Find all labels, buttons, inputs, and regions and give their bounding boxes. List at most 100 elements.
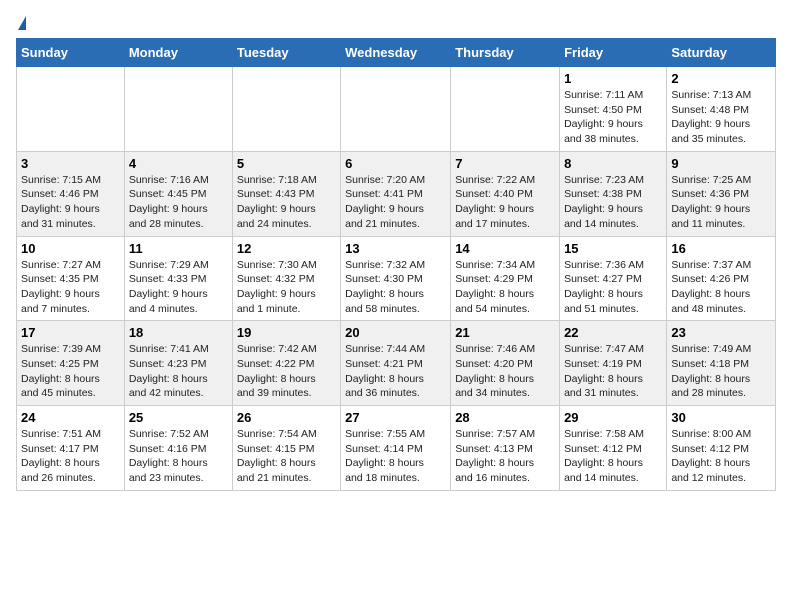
day-number: 24 xyxy=(21,410,120,425)
day-number: 20 xyxy=(345,325,446,340)
day-number: 25 xyxy=(129,410,228,425)
day-number: 26 xyxy=(237,410,336,425)
weekday-header-friday: Friday xyxy=(560,39,667,67)
day-number: 1 xyxy=(564,71,662,86)
day-number: 10 xyxy=(21,241,120,256)
day-number: 6 xyxy=(345,156,446,171)
calendar-cell: 27 Sunrise: 7:55 AM Sunset: 4:14 PM Dayli… xyxy=(341,406,451,491)
calendar-cell xyxy=(124,67,232,152)
calendar-cell: 1 Sunrise: 7:11 AM Sunset: 4:50 PM Daylig… xyxy=(560,67,667,152)
logo xyxy=(16,16,26,30)
calendar-cell: 9 Sunrise: 7:25 AM Sunset: 4:36 PM Daylig… xyxy=(667,151,776,236)
day-number: 15 xyxy=(564,241,662,256)
day-info: Sunrise: 7:32 AM Sunset: 4:30 PM Dayligh… xyxy=(345,258,446,317)
day-info: Sunrise: 7:42 AM Sunset: 4:22 PM Dayligh… xyxy=(237,342,336,401)
calendar-cell: 13 Sunrise: 7:32 AM Sunset: 4:30 PM Dayli… xyxy=(341,236,451,321)
day-info: Sunrise: 7:22 AM Sunset: 4:40 PM Dayligh… xyxy=(455,173,555,232)
calendar-cell: 18 Sunrise: 7:41 AM Sunset: 4:23 PM Dayli… xyxy=(124,321,232,406)
calendar-cell: 12Sunrise: 7:30 AM Sunset: 4:32 PM Dayli… xyxy=(232,236,340,321)
weekday-header-sunday: Sunday xyxy=(17,39,125,67)
day-info: Sunrise: 7:55 AM Sunset: 4:14 PM Dayligh… xyxy=(345,427,446,486)
day-number: 17 xyxy=(21,325,120,340)
calendar-cell: 22 Sunrise: 7:47 AM Sunset: 4:19 PM Dayli… xyxy=(560,321,667,406)
day-info: Sunrise: 7:52 AM Sunset: 4:16 PM Dayligh… xyxy=(129,427,228,486)
calendar-cell: 8 Sunrise: 7:23 AM Sunset: 4:38 PM Daylig… xyxy=(560,151,667,236)
day-info: Sunrise: 7:23 AM Sunset: 4:38 PM Dayligh… xyxy=(564,173,662,232)
calendar-cell: 26Sunrise: 7:54 AM Sunset: 4:15 PM Dayli… xyxy=(232,406,340,491)
day-info: Sunrise: 7:46 AM Sunset: 4:20 PM Dayligh… xyxy=(455,342,555,401)
day-info: Sunrise: 7:30 AM Sunset: 4:32 PM Dayligh… xyxy=(237,258,336,317)
calendar-cell: 7 Sunrise: 7:22 AM Sunset: 4:40 PM Daylig… xyxy=(451,151,560,236)
day-number: 18 xyxy=(129,325,228,340)
page-header xyxy=(16,16,776,30)
day-info: Sunrise: 7:51 AM Sunset: 4:17 PM Dayligh… xyxy=(21,427,120,486)
day-number: 14 xyxy=(455,241,555,256)
calendar-cell: 6 Sunrise: 7:20 AM Sunset: 4:41 PM Daylig… xyxy=(341,151,451,236)
day-number: 22 xyxy=(564,325,662,340)
day-number: 16 xyxy=(671,241,771,256)
day-info: Sunrise: 7:13 AM Sunset: 4:48 PM Dayligh… xyxy=(671,88,771,147)
calendar-cell: 25 Sunrise: 7:52 AM Sunset: 4:16 PM Dayli… xyxy=(124,406,232,491)
calendar-table: SundayMondayTuesdayWednesdayThursdayFrid… xyxy=(16,38,776,491)
calendar-cell: 24 Sunrise: 7:51 AM Sunset: 4:17 PM Dayli… xyxy=(17,406,125,491)
day-number: 4 xyxy=(129,156,228,171)
calendar-header-row: SundayMondayTuesdayWednesdayThursdayFrid… xyxy=(17,39,776,67)
calendar-cell xyxy=(17,67,125,152)
day-info: Sunrise: 7:37 AM Sunset: 4:26 PM Dayligh… xyxy=(671,258,771,317)
day-info: Sunrise: 7:47 AM Sunset: 4:19 PM Dayligh… xyxy=(564,342,662,401)
weekday-header-saturday: Saturday xyxy=(667,39,776,67)
day-info: Sunrise: 7:29 AM Sunset: 4:33 PM Dayligh… xyxy=(129,258,228,317)
calendar-week-3: 10Sunrise: 7:27 AM Sunset: 4:35 PM Dayli… xyxy=(17,236,776,321)
calendar-cell: 21 Sunrise: 7:46 AM Sunset: 4:20 PM Dayli… xyxy=(451,321,560,406)
day-number: 23 xyxy=(671,325,771,340)
day-info: Sunrise: 7:57 AM Sunset: 4:13 PM Dayligh… xyxy=(455,427,555,486)
calendar-cell: 16 Sunrise: 7:37 AM Sunset: 4:26 PM Dayli… xyxy=(667,236,776,321)
calendar-cell: 2 Sunrise: 7:13 AM Sunset: 4:48 PM Daylig… xyxy=(667,67,776,152)
calendar-cell: 19 Sunrise: 7:42 AM Sunset: 4:22 PM Dayli… xyxy=(232,321,340,406)
day-info: Sunrise: 7:16 AM Sunset: 4:45 PM Dayligh… xyxy=(129,173,228,232)
day-info: Sunrise: 7:11 AM Sunset: 4:50 PM Dayligh… xyxy=(564,88,662,147)
day-number: 2 xyxy=(671,71,771,86)
calendar-week-1: 1 Sunrise: 7:11 AM Sunset: 4:50 PM Daylig… xyxy=(17,67,776,152)
calendar-cell: 4 Sunrise: 7:16 AM Sunset: 4:45 PM Daylig… xyxy=(124,151,232,236)
day-info: Sunrise: 7:34 AM Sunset: 4:29 PM Dayligh… xyxy=(455,258,555,317)
day-number: 9 xyxy=(671,156,771,171)
calendar-cell: 20 Sunrise: 7:44 AM Sunset: 4:21 PM Dayli… xyxy=(341,321,451,406)
day-number: 8 xyxy=(564,156,662,171)
day-number: 21 xyxy=(455,325,555,340)
day-info: Sunrise: 7:44 AM Sunset: 4:21 PM Dayligh… xyxy=(345,342,446,401)
day-number: 28 xyxy=(455,410,555,425)
weekday-header-wednesday: Wednesday xyxy=(341,39,451,67)
calendar-cell: 11Sunrise: 7:29 AM Sunset: 4:33 PM Dayli… xyxy=(124,236,232,321)
day-number: 7 xyxy=(455,156,555,171)
day-info: Sunrise: 7:25 AM Sunset: 4:36 PM Dayligh… xyxy=(671,173,771,232)
weekday-header-monday: Monday xyxy=(124,39,232,67)
day-info: Sunrise: 7:15 AM Sunset: 4:46 PM Dayligh… xyxy=(21,173,120,232)
day-info: Sunrise: 7:49 AM Sunset: 4:18 PM Dayligh… xyxy=(671,342,771,401)
calendar-week-2: 3 Sunrise: 7:15 AM Sunset: 4:46 PM Daylig… xyxy=(17,151,776,236)
day-info: Sunrise: 7:41 AM Sunset: 4:23 PM Dayligh… xyxy=(129,342,228,401)
calendar-week-5: 24 Sunrise: 7:51 AM Sunset: 4:17 PM Dayli… xyxy=(17,406,776,491)
calendar-week-4: 17 Sunrise: 7:39 AM Sunset: 4:25 PM Dayli… xyxy=(17,321,776,406)
calendar-cell: 5Sunrise: 7:18 AM Sunset: 4:43 PM Daylig… xyxy=(232,151,340,236)
calendar-cell: 30Sunrise: 8:00 AM Sunset: 4:12 PM Dayli… xyxy=(667,406,776,491)
day-number: 13 xyxy=(345,241,446,256)
weekday-header-thursday: Thursday xyxy=(451,39,560,67)
calendar-cell xyxy=(232,67,340,152)
calendar-cell: 15 Sunrise: 7:36 AM Sunset: 4:27 PM Dayli… xyxy=(560,236,667,321)
day-info: Sunrise: 7:18 AM Sunset: 4:43 PM Dayligh… xyxy=(237,173,336,232)
day-info: Sunrise: 7:39 AM Sunset: 4:25 PM Dayligh… xyxy=(21,342,120,401)
day-info: Sunrise: 7:36 AM Sunset: 4:27 PM Dayligh… xyxy=(564,258,662,317)
day-number: 29 xyxy=(564,410,662,425)
day-number: 19 xyxy=(237,325,336,340)
day-number: 3 xyxy=(21,156,120,171)
calendar-cell xyxy=(341,67,451,152)
calendar-cell: 10Sunrise: 7:27 AM Sunset: 4:35 PM Dayli… xyxy=(17,236,125,321)
weekday-header-tuesday: Tuesday xyxy=(232,39,340,67)
calendar-cell: 28 Sunrise: 7:57 AM Sunset: 4:13 PM Dayli… xyxy=(451,406,560,491)
day-number: 27 xyxy=(345,410,446,425)
calendar-cell: 14 Sunrise: 7:34 AM Sunset: 4:29 PM Dayli… xyxy=(451,236,560,321)
calendar-cell xyxy=(451,67,560,152)
day-info: Sunrise: 7:20 AM Sunset: 4:41 PM Dayligh… xyxy=(345,173,446,232)
calendar-cell: 23 Sunrise: 7:49 AM Sunset: 4:18 PM Dayli… xyxy=(667,321,776,406)
